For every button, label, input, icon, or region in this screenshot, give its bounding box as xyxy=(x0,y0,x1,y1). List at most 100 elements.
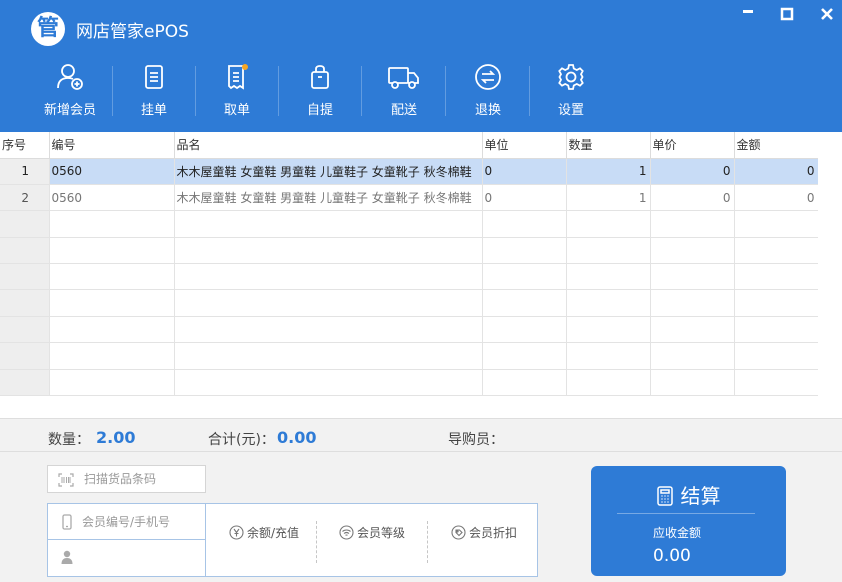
cell-amount: 0 xyxy=(734,184,819,212)
empty-cell xyxy=(482,289,567,317)
empty-cell xyxy=(482,210,567,238)
empty-cell xyxy=(650,237,735,265)
empty-cell xyxy=(0,342,50,370)
toolbar-hold-order[interactable]: 挂单 xyxy=(119,62,189,120)
empty-cell xyxy=(174,342,483,370)
header-bar: 管 网店管家ePOS 新增会员 挂单 取单 自提 配送 退换 设置 xyxy=(0,0,842,132)
toolbar-label: 取单 xyxy=(223,103,250,118)
bottom-panel: 余额/充值 会员等级 会员折扣 结算 应收金额 xyxy=(0,452,842,582)
calculator-icon xyxy=(656,486,673,506)
qty-value: 2.00 xyxy=(96,428,136,447)
empty-cell xyxy=(566,263,651,291)
empty-cell xyxy=(734,342,819,370)
total-label: 合计(元)： xyxy=(208,432,275,448)
add-member-icon xyxy=(57,64,83,90)
barcode-scan-input[interactable] xyxy=(84,471,202,487)
member-panel: 余额/充值 会员等级 会员折扣 xyxy=(47,503,538,577)
summary-bar: 数量： 2.00 合计(元)： 0.00 导购员： xyxy=(0,418,842,452)
discount-tag-icon xyxy=(451,525,466,540)
empty-cell xyxy=(174,237,483,265)
toolbar-label: 设置 xyxy=(557,103,584,118)
empty-cell xyxy=(566,289,651,317)
checkout-divider xyxy=(617,513,755,514)
column-header-amount[interactable]: 金额 xyxy=(734,132,819,159)
empty-cell xyxy=(482,369,567,396)
empty-cell xyxy=(174,316,483,344)
cell-name: 木木屋童鞋 女童鞋 男童鞋 儿童鞋子 女童靴子 秋冬棉鞋 xyxy=(174,184,483,212)
cell-code: 0560 xyxy=(49,184,175,212)
cell-amount: 0 xyxy=(734,158,819,185)
cell-qty[interactable]: 1 xyxy=(566,158,651,185)
empty-cell xyxy=(650,289,735,317)
user-icon xyxy=(61,550,73,564)
cell-price[interactable]: 0 xyxy=(650,158,735,185)
empty-cell xyxy=(0,316,50,344)
maximize-icon xyxy=(780,7,794,21)
maximize-button[interactable] xyxy=(776,5,798,27)
hold-order-icon xyxy=(145,65,163,89)
empty-cell xyxy=(49,210,175,238)
toolbar-add-member[interactable]: 新增会员 xyxy=(35,62,105,120)
empty-table-row xyxy=(0,369,819,396)
empty-cell xyxy=(566,237,651,265)
checkout-label: 结算 xyxy=(680,484,721,508)
toolbar-pickup[interactable]: 自提 xyxy=(285,62,355,120)
member-id-field[interactable] xyxy=(48,504,206,540)
empty-cell xyxy=(566,210,651,238)
empty-cell xyxy=(566,369,651,396)
table-row[interactable]: 2 0560 木木屋童鞋 女童鞋 男童鞋 儿童鞋子 女童靴子 秋冬棉鞋 0 1 … xyxy=(0,184,819,212)
empty-cell xyxy=(566,342,651,370)
member-id-input[interactable] xyxy=(82,514,200,530)
action-divider xyxy=(316,521,317,563)
toolbar-divider xyxy=(445,66,446,116)
empty-table-row xyxy=(0,316,819,344)
empty-cell xyxy=(174,263,483,291)
empty-cell xyxy=(650,369,735,396)
column-header-qty[interactable]: 数量 xyxy=(566,132,651,159)
minimize-button[interactable] xyxy=(737,5,759,27)
app-logo: 管 xyxy=(31,12,65,46)
empty-cell xyxy=(482,263,567,291)
table-margin xyxy=(818,132,842,418)
member-level-button[interactable]: 会员等级 xyxy=(339,524,405,541)
table-row[interactable]: 1 0560 木木屋童鞋 女童鞋 男童鞋 儿童鞋子 女童靴子 秋冬棉鞋 0 1 … xyxy=(0,158,819,185)
minimize-icon xyxy=(743,10,753,13)
amount-due-value: 0.00 xyxy=(653,546,691,566)
cell-seq: 1 xyxy=(0,158,50,185)
cell-price[interactable]: 0 xyxy=(650,184,735,212)
checkout-title: 结算 xyxy=(591,480,786,509)
cell-name: 木木屋童鞋 女童鞋 男童鞋 儿童鞋子 女童靴子 秋冬棉鞋 xyxy=(174,158,483,185)
amount-due-label: 应收金额 xyxy=(653,526,702,540)
toolbar-retrieve-order[interactable]: 取单 xyxy=(202,62,272,120)
column-header-price[interactable]: 单价 xyxy=(650,132,735,159)
toolbar-divider xyxy=(361,66,362,116)
empty-cell xyxy=(49,237,175,265)
empty-cell xyxy=(482,237,567,265)
member-discount-button[interactable]: 会员折扣 xyxy=(451,524,517,541)
column-header-unit[interactable]: 单位 xyxy=(482,132,567,159)
column-header-name[interactable]: 品名 xyxy=(174,132,483,159)
column-header-seq[interactable]: 序号 xyxy=(0,132,50,159)
action-divider xyxy=(427,521,428,563)
toolbar-label: 挂单 xyxy=(140,103,167,118)
return-exchange-icon xyxy=(475,64,501,90)
empty-cell xyxy=(566,316,651,344)
close-button[interactable] xyxy=(816,5,838,27)
toolbar-divider xyxy=(278,66,279,116)
column-header-code[interactable]: 编号 xyxy=(49,132,175,159)
cell-seq: 2 xyxy=(0,184,50,212)
toolbar-label: 退换 xyxy=(474,103,501,118)
checkout-button[interactable]: 结算 应收金额 0.00 xyxy=(591,466,786,576)
table-header-row: 序号 编号 品名 单位 数量 单价 金额 xyxy=(0,132,819,159)
empty-cell xyxy=(734,263,819,291)
cell-qty[interactable]: 1 xyxy=(566,184,651,212)
empty-cell xyxy=(49,369,175,396)
toolbar-return-exchange[interactable]: 退换 xyxy=(453,62,523,120)
barcode-scan-field[interactable] xyxy=(47,465,206,493)
empty-cell xyxy=(49,316,175,344)
toolbar-settings[interactable]: 设置 xyxy=(536,62,606,120)
empty-cell xyxy=(0,237,50,265)
retrieve-order-icon xyxy=(228,64,248,90)
toolbar-delivery[interactable]: 配送 xyxy=(369,62,439,120)
balance-recharge-button[interactable]: 余额/充值 xyxy=(229,524,299,541)
